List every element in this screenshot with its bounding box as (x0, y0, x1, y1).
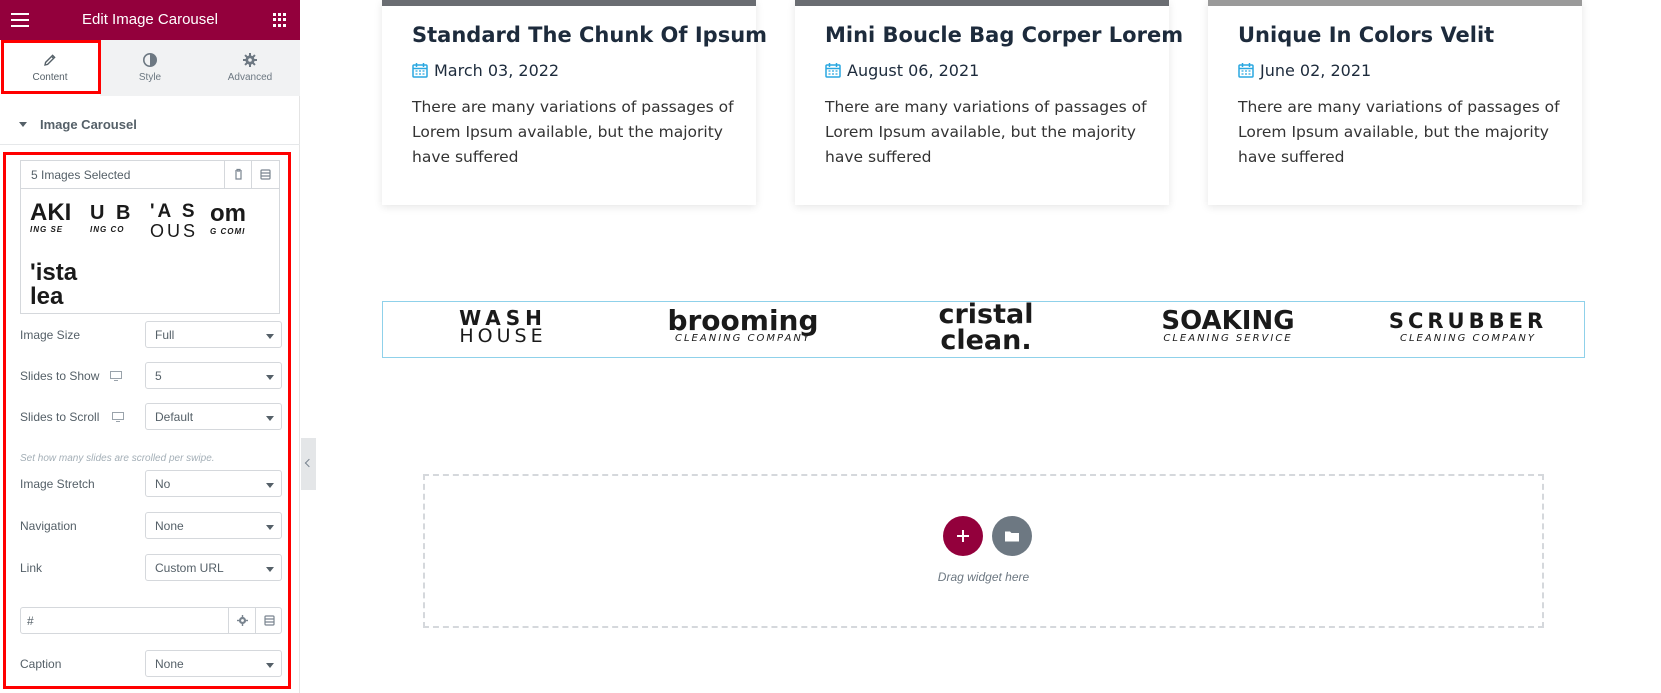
carousel-logo: WASH HOUSE (459, 306, 547, 347)
gear-icon[interactable] (228, 608, 255, 633)
dropdown-arrow-icon (266, 483, 274, 488)
post-card[interactable]: Mini Boucle Bag Corper Lorem August 06, … (795, 0, 1183, 205)
calendar-icon (412, 63, 428, 78)
post-title[interactable]: Mini Boucle Bag Corper Lorem (825, 23, 1183, 47)
image-carousel-widget[interactable]: WASH HOUSE brooming CLEANING COMPANY cri… (382, 301, 1585, 358)
dropdown-arrow-icon (266, 375, 274, 380)
link-label: Link (20, 561, 43, 575)
image-size-control: Image Size Full (20, 321, 282, 349)
post-title[interactable]: Standard The Chunk Of Ipsum (412, 23, 767, 47)
carousel-logo: SOAKING CLEANING SERVICE (1161, 306, 1295, 344)
tab-style-label: Style (138, 72, 162, 83)
section-image-carousel[interactable]: Image Carousel (0, 108, 300, 145)
gallery-thumb[interactable]: U B ING CO (90, 201, 140, 251)
calendar-icon (825, 63, 841, 78)
gallery-thumb[interactable]: AKI ING SE (30, 201, 80, 251)
folder-icon (1005, 531, 1019, 542)
navigation-control: Navigation None (20, 512, 282, 540)
template-library-button[interactable] (992, 516, 1032, 556)
link-url-input[interactable]: # (20, 607, 282, 634)
empty-section-dropzone[interactable]: Drag widget here (423, 474, 1544, 628)
post-date: August 06, 2021 (825, 61, 979, 80)
tab-content[interactable]: Content (0, 40, 100, 96)
editor-panel: Edit Image Carousel Content Style Advanc… (0, 0, 300, 693)
slides-to-show-control: Slides to Show 5 (20, 362, 282, 390)
carousel-logo: cristal clean. (938, 299, 1034, 356)
dropdown-arrow-icon (266, 334, 274, 339)
tab-advanced[interactable]: Advanced (200, 40, 300, 96)
post-date: March 03, 2022 (412, 61, 559, 80)
post-title[interactable]: Unique In Colors Velit (1238, 23, 1494, 47)
tab-advanced-label: Advanced (227, 72, 273, 83)
caption-label: Caption (20, 657, 62, 671)
dropdown-arrow-icon (266, 416, 274, 421)
gallery-header: 5 Images Selected (21, 161, 279, 189)
gallery-thumb[interactable]: om G COMI (210, 201, 260, 251)
image-gallery-control[interactable]: 5 Images Selected AKI ING SE U B ING CO … (20, 160, 280, 314)
widgets-grid-icon[interactable] (273, 13, 287, 27)
section-title: Image Carousel (40, 117, 137, 132)
post-excerpt: There are many variations of passages of… (1238, 98, 1560, 166)
gear-icon (242, 52, 258, 68)
image-size-label: Image Size (20, 328, 81, 342)
link-select[interactable]: Custom URL (145, 554, 282, 581)
desktop-monitor-icon[interactable] (110, 371, 122, 381)
tab-content-label: Content (32, 72, 68, 83)
database-icon[interactable] (255, 608, 282, 633)
link-control: Link Custom URL (20, 554, 282, 582)
panel-collapse-toggle[interactable] (301, 438, 316, 490)
navigation-label: Navigation (20, 519, 77, 533)
post-excerpt: There are many variations of passages of… (412, 98, 734, 166)
post-image (795, 0, 1169, 6)
half-circle-icon (142, 52, 158, 68)
trash-icon[interactable] (224, 161, 251, 188)
image-stretch-select[interactable]: No (145, 470, 282, 497)
link-url-value: # (27, 614, 34, 628)
image-stretch-label: Image Stretch (20, 477, 95, 491)
slides-to-show-label: Slides to Show (20, 369, 100, 383)
desktop-monitor-icon[interactable] (112, 412, 124, 422)
carousel-logo: SCRUBBER CLEANING COMPANY (1388, 309, 1548, 344)
dropdown-arrow-icon (266, 567, 274, 572)
chevron-left-icon (304, 458, 314, 468)
post-date: June 02, 2021 (1238, 61, 1371, 80)
slides-to-show-select[interactable]: 5 (145, 362, 282, 389)
calendar-icon (1238, 63, 1254, 78)
carousel-logo: brooming CLEANING COMPANY (667, 304, 819, 345)
add-section-button[interactable] (943, 516, 983, 556)
slides-to-scroll-hint: Set how many slides are scrolled per swi… (20, 453, 215, 464)
pencil-icon (42, 52, 58, 68)
slides-to-scroll-control: Slides to Scroll Default (20, 403, 282, 431)
panel-header: Edit Image Carousel (0, 0, 300, 40)
gallery-thumb[interactable]: 'A S OUS (150, 201, 200, 251)
caption-select[interactable]: None (145, 650, 282, 677)
images-selected-count: 5 Images Selected (31, 168, 131, 182)
image-stretch-control: Image Stretch No (20, 470, 282, 498)
post-excerpt: There are many variations of passages of… (825, 98, 1147, 166)
navigation-select[interactable]: None (145, 512, 282, 539)
dropdown-arrow-icon (266, 525, 274, 530)
dropdown-arrow-icon (266, 663, 274, 668)
gallery-thumb[interactable]: 'ista lea (30, 261, 80, 311)
image-size-select[interactable]: Full (145, 321, 282, 348)
caret-down-icon (19, 122, 27, 127)
tab-style[interactable]: Style (100, 40, 200, 96)
panel-tabs: Content Style Advanced (0, 40, 300, 96)
caption-control: Caption None (20, 650, 282, 678)
post-image (382, 0, 756, 6)
post-card[interactable]: Unique In Colors Velit June 02, 2021 The… (1208, 0, 1582, 205)
post-image (1208, 0, 1582, 6)
slides-to-scroll-select[interactable]: Default (145, 403, 282, 430)
database-icon[interactable] (251, 161, 278, 188)
panel-title: Edit Image Carousel (82, 11, 218, 28)
drag-widget-hint: Drag widget here (937, 570, 1030, 584)
slides-to-scroll-label: Slides to Scroll (20, 410, 100, 424)
post-card[interactable]: Standard The Chunk Of Ipsum March 03, 20… (382, 0, 767, 205)
